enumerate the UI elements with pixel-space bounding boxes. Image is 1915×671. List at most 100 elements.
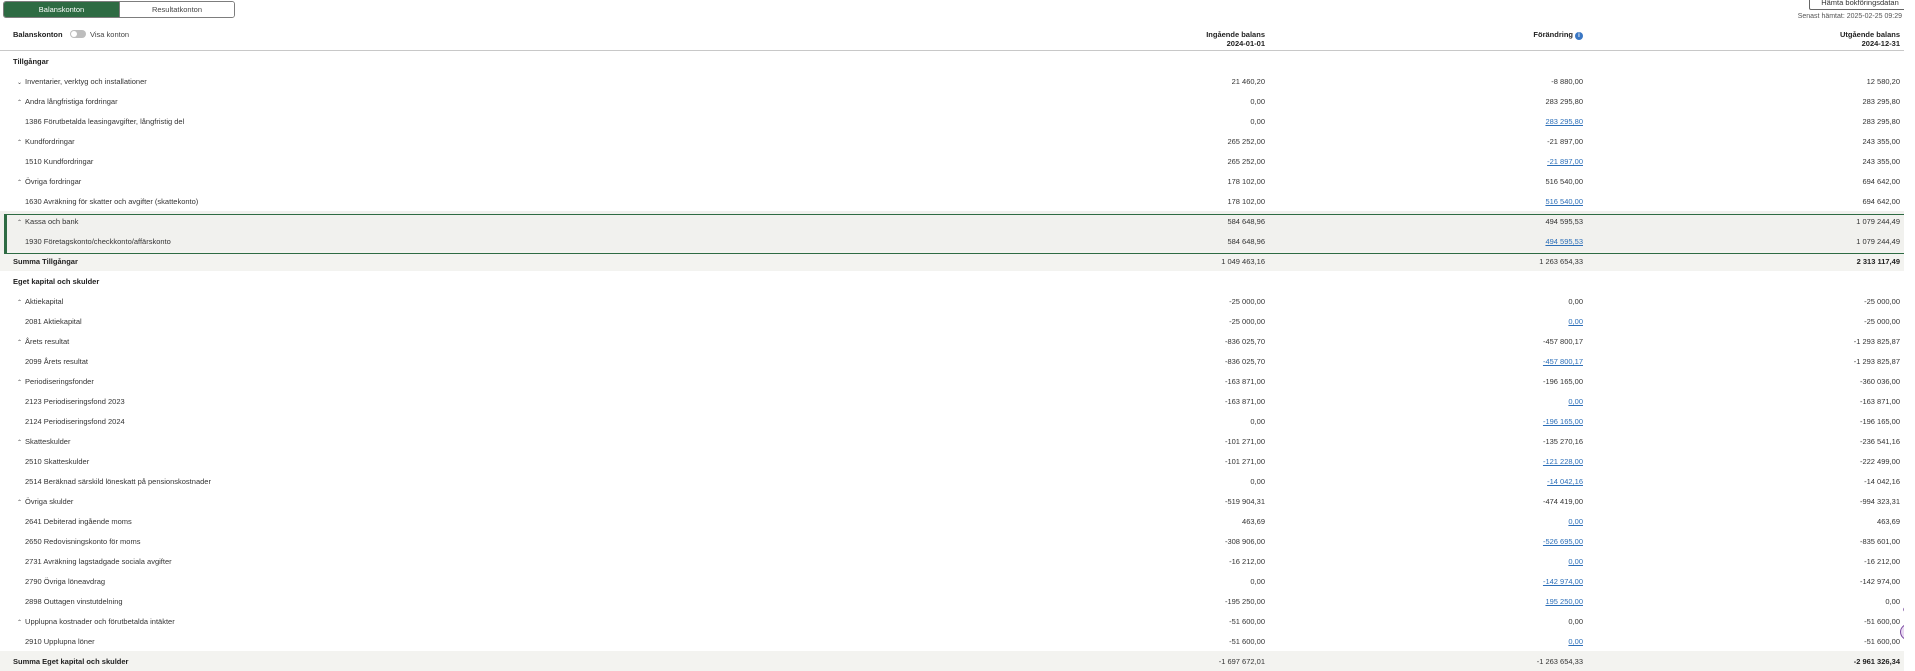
cell-opening: -16 212,00 xyxy=(1229,557,1265,566)
cell-change[interactable]: -457 800,17 xyxy=(1443,357,1583,366)
group-row[interactable]: ⌃ Aktiekapital -25 000,00 0,00 -25 000,00 xyxy=(0,291,1904,311)
row-label-text: 2081 Aktiekapital xyxy=(25,317,82,326)
change-link[interactable]: 0,00 xyxy=(1568,557,1583,566)
change-link[interactable]: -21 897,00 xyxy=(1547,157,1583,166)
row-label-text: Kundfordringar xyxy=(25,137,75,146)
group-row[interactable]: ⌃ Skatteskulder -101 271,00 -135 270,16 -236… xyxy=(0,431,1904,451)
cell-opening: -308 906,00 xyxy=(1224,537,1265,546)
group-row[interactable]: ⌃ Övriga skulder -519 904,31 -474 419,00 -99… xyxy=(0,491,1904,511)
row-label-text: Inventarier, verktyg och installationer xyxy=(25,77,147,86)
info-icon[interactable]: i xyxy=(1575,32,1583,40)
row-label: ⌃ Övriga skulder xyxy=(17,497,73,506)
change-link[interactable]: -526 695,00 xyxy=(1543,537,1583,546)
show-accounts-toggle[interactable] xyxy=(70,30,86,38)
chevron-up-icon[interactable]: ⌃ xyxy=(17,139,22,146)
change-link[interactable]: -14 042,16 xyxy=(1547,477,1583,486)
cell-opening: 265 252,00 xyxy=(1227,137,1265,146)
fetch-bookkeeping-button[interactable]: Hämta bokföringsdatan xyxy=(1809,0,1904,10)
change-link[interactable]: 195 250,00 xyxy=(1545,597,1583,606)
cell-change[interactable]: -21 897,00 xyxy=(1443,157,1583,166)
cell-change[interactable]: 0,00 xyxy=(1443,557,1583,566)
tab-resultatkonton[interactable]: Resultatkonton xyxy=(119,2,234,17)
cell-closing: -222 499,00 xyxy=(1859,457,1900,466)
change-link[interactable]: 516 540,00 xyxy=(1545,197,1583,206)
change-link[interactable]: -142 974,00 xyxy=(1543,577,1583,586)
chevron-up-icon[interactable]: ⌃ xyxy=(17,619,22,626)
tab-balanskonton[interactable]: Balanskonton xyxy=(4,2,119,17)
row-label-text: Aktiekapital xyxy=(25,297,64,306)
cell-change: -457 800,17 xyxy=(1542,337,1583,346)
account-row: 1510 Kundfordringar 265 252,00 -21 897,00 2… xyxy=(0,151,1904,171)
cell-change[interactable]: -121 228,00 xyxy=(1443,457,1583,466)
row-label: 1386 Förutbetalda leasingavgifter, långf… xyxy=(25,117,184,126)
cell-opening: -51 600,00 xyxy=(1229,617,1265,626)
group-row[interactable]: ⌃ Årets resultat -836 025,70 -457 800,17 -1 … xyxy=(0,331,1904,351)
change-link[interactable]: -457 800,17 xyxy=(1543,357,1583,366)
change-link[interactable]: 0,00 xyxy=(1568,397,1583,406)
row-label-text: Övriga fordringar xyxy=(25,177,82,186)
account-row: 2790 Övriga löneavdrag 0,00 -142 974,00 -14… xyxy=(0,571,1904,591)
cell-change[interactable]: -142 974,00 xyxy=(1443,577,1583,586)
chevron-up-icon[interactable]: ⌃ xyxy=(17,299,22,306)
cell-change[interactable]: 494 595,53 xyxy=(1443,237,1583,246)
balance-table: Balanskonton Visa konton Ingående balans… xyxy=(0,24,1904,671)
group-row[interactable]: ⌃ Övriga fordringar 178 102,00 516 540,00 69… xyxy=(0,171,1904,191)
change-link[interactable]: 0,00 xyxy=(1568,517,1583,526)
row-label-text: Upplupna kostnader och förutbetalda intä… xyxy=(25,617,175,626)
cell-change[interactable]: -526 695,00 xyxy=(1443,537,1583,546)
cell-opening: 265 252,00 xyxy=(1227,157,1265,166)
chevron-down-icon[interactable]: ⌄ xyxy=(17,79,22,86)
cell-opening: -519 904,31 xyxy=(1224,497,1265,506)
chevron-up-icon[interactable]: ⌃ xyxy=(17,339,22,346)
cell-change[interactable]: 195 250,00 xyxy=(1443,597,1583,606)
group-row[interactable]: ⌃ Kassa och bank 584 648,96 494 595,53 1 079… xyxy=(0,211,1904,231)
cell-change[interactable]: 0,00 xyxy=(1443,397,1583,406)
cell-change[interactable]: -14 042,16 xyxy=(1443,477,1583,486)
chevron-up-icon[interactable]: ⌃ xyxy=(17,379,22,386)
sum-row: Summa Eget kapital och skulder -1 697 672… xyxy=(0,651,1904,671)
change-link[interactable]: -196 165,00 xyxy=(1543,417,1583,426)
chevron-up-icon[interactable]: ⌃ xyxy=(17,439,22,446)
chevron-up-icon[interactable]: ⌃ xyxy=(17,179,22,186)
account-row: 2650 Redovisningskonto för moms -308 906,… xyxy=(0,531,1904,551)
cell-change[interactable]: -196 165,00 xyxy=(1443,417,1583,426)
cell-change: 0,00 xyxy=(1568,617,1583,626)
cell-closing: -236 541,16 xyxy=(1859,437,1900,446)
change-link[interactable]: 283 295,80 xyxy=(1545,117,1583,126)
cell-change: -8 880,00 xyxy=(1551,77,1583,86)
cell-change[interactable]: 0,00 xyxy=(1443,637,1583,646)
row-label-text: 2514 Beräknad särskild löneskatt på pens… xyxy=(25,477,211,486)
cell-closing: 243 355,00 xyxy=(1862,157,1900,166)
row-label: ⌃ Periodiseringsfonder xyxy=(17,377,94,386)
cell-change[interactable]: 283 295,80 xyxy=(1443,117,1583,126)
account-type-tabs: Balanskonton Resultatkonton xyxy=(3,1,235,18)
group-row[interactable]: ⌃ Periodiseringsfonder -163 871,00 -196 165… xyxy=(0,371,1904,391)
cell-closing: -25 000,00 xyxy=(1864,317,1900,326)
chevron-up-icon[interactable]: ⌃ xyxy=(17,499,22,506)
cell-opening: -25 000,00 xyxy=(1229,297,1265,306)
chevron-up-icon[interactable]: ⌃ xyxy=(17,99,22,106)
group-row[interactable]: ⌃ Andra långfristiga fordringar 0,00 283 29… xyxy=(0,91,1904,111)
change-link[interactable]: 494 595,53 xyxy=(1545,237,1583,246)
change-link[interactable]: 0,00 xyxy=(1568,317,1583,326)
cell-change[interactable]: 0,00 xyxy=(1443,517,1583,526)
cell-opening: -836 025,70 xyxy=(1224,357,1265,366)
account-row: 1630 Avräkning för skatter och avgifter … xyxy=(0,191,1904,211)
chevron-up-icon[interactable]: ⌃ xyxy=(17,219,22,226)
column-opening-label: Ingående balans xyxy=(1206,30,1265,39)
account-row: 2641 Debiterad ingående moms 463,69 0,00 46… xyxy=(0,511,1904,531)
group-row[interactable]: ⌃ Upplupna kostnader och förutbetalda int… xyxy=(0,611,1904,631)
group-row[interactable]: ⌃ Kundfordringar 265 252,00 -21 897,00 243 3… xyxy=(0,131,1904,151)
row-label: 2124 Periodiseringsfond 2024 xyxy=(25,417,125,426)
group-row[interactable]: ⌄ Inventarier, verktyg och installationer… xyxy=(0,71,1904,91)
column-opening-date: 2024-01-01 xyxy=(1226,39,1265,48)
change-link[interactable]: -121 228,00 xyxy=(1543,457,1583,466)
change-link[interactable]: 0,00 xyxy=(1568,637,1583,646)
cell-change[interactable]: 516 540,00 xyxy=(1443,197,1583,206)
cell-change[interactable]: 0,00 xyxy=(1443,317,1583,326)
cell-closing: 243 355,00 xyxy=(1862,137,1900,146)
row-label: ⌃ Kundfordringar xyxy=(17,137,75,146)
account-row: 2099 Årets resultat -836 025,70 -457 800,1… xyxy=(0,351,1904,371)
account-row: 1386 Förutbetalda leasingavgifter, långf… xyxy=(0,111,1904,131)
row-label-text: 2650 Redovisningskonto för moms xyxy=(25,537,141,546)
